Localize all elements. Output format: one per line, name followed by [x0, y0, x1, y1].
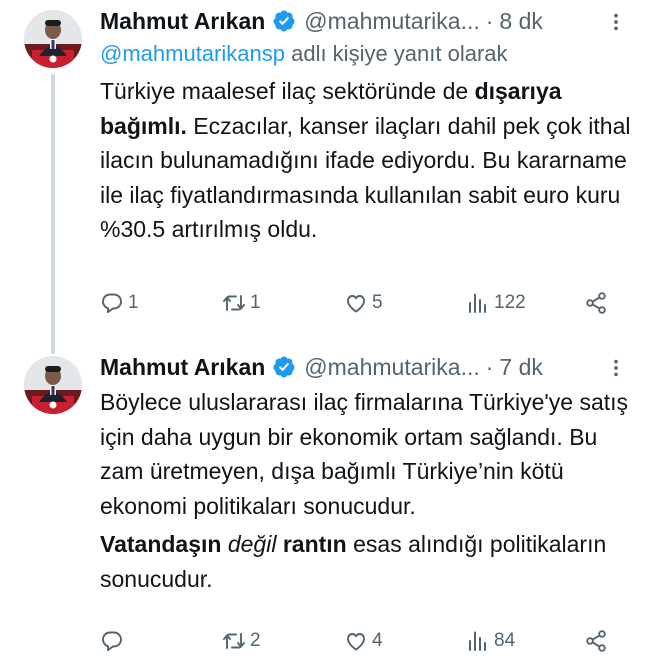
- tweet-text: Böylece uluslararası ilaç firmalarına Tü…: [100, 385, 640, 596]
- reply-mention-link[interactable]: @mahmutarikansp: [100, 41, 285, 66]
- reply-context-label: adlı kişiye yanıt olarak: [291, 41, 508, 66]
- reply-button[interactable]: 1: [100, 288, 139, 318]
- share-icon: [586, 292, 606, 314]
- like-button[interactable]: 4: [344, 626, 383, 656]
- tweet-text-bold: rantın: [282, 531, 347, 557]
- thread-line: [51, 74, 55, 354]
- share-button[interactable]: [584, 288, 608, 318]
- timestamp[interactable]: 7 dk: [499, 354, 542, 381]
- like-button[interactable]: 5: [344, 288, 383, 318]
- retweet-button[interactable]: 1: [222, 288, 261, 318]
- share-icon: [586, 630, 606, 652]
- retweet-count: 1: [250, 292, 261, 313]
- views-count: 122: [494, 292, 526, 313]
- display-name[interactable]: Mahmut Arıkan: [100, 8, 265, 35]
- tweet-text-italic: değil: [227, 531, 277, 557]
- retweet-icon: [223, 295, 245, 311]
- like-icon: [347, 295, 365, 313]
- reply-button[interactable]: [100, 626, 128, 656]
- reply-icon: [102, 631, 122, 652]
- tweet-text-part: Türkiye maalesef ilaç sektöründe de: [100, 78, 475, 104]
- like-count: 5: [372, 292, 383, 313]
- separator-dot: ·: [485, 353, 494, 380]
- tweet[interactable]: Mahmut Arıkan @mahmutarika... · 7 dk Böy…: [0, 346, 650, 666]
- handle[interactable]: @mahmutarika...: [304, 354, 479, 381]
- views-count: 84: [494, 630, 516, 651]
- tweet[interactable]: Mahmut Arıkan @mahmutarika... · 8 dk @ma…: [0, 0, 650, 354]
- avatar[interactable]: [24, 356, 82, 414]
- avatar[interactable]: [24, 10, 82, 68]
- retweet-button[interactable]: 2: [222, 626, 261, 656]
- reply-count: 1: [128, 292, 139, 313]
- reply-context: @mahmutarikansp adlı kişiye yanıt olarak: [100, 41, 508, 67]
- tweet-text-paragraph: Vatandaşın değil rantın esas alındığı po…: [100, 527, 640, 596]
- verified-badge-icon: [273, 356, 295, 378]
- tweet-text: Türkiye maalesef ilaç sektöründe de dışa…: [100, 74, 640, 247]
- action-bar: 1 1 5 122: [100, 288, 620, 318]
- tweet-header: Mahmut Arıkan @mahmutarika... · 8 dk: [100, 6, 543, 36]
- retweet-icon: [223, 633, 245, 649]
- tweet-text-part: Böylece uluslararası ilaç firmalarına Tü…: [100, 389, 629, 519]
- action-bar: 2 4 84: [100, 626, 620, 656]
- views-icon: [469, 631, 486, 651]
- separator-dot: ·: [485, 7, 494, 34]
- display-name[interactable]: Mahmut Arıkan: [100, 354, 265, 381]
- tweet-header: Mahmut Arıkan @mahmutarika... · 7 dk: [100, 352, 543, 382]
- like-count: 4: [372, 630, 383, 651]
- retweet-count: 2: [250, 630, 261, 651]
- handle[interactable]: @mahmutarika...: [304, 8, 479, 35]
- tweet-text-bold: Vatandaşın: [100, 531, 222, 557]
- more-icon[interactable]: [604, 10, 628, 34]
- more-icon[interactable]: [604, 356, 628, 380]
- timestamp[interactable]: 8 dk: [499, 8, 542, 35]
- views-icon: [469, 293, 486, 313]
- verified-badge-icon: [273, 10, 295, 32]
- reply-icon: [102, 293, 122, 314]
- like-icon: [347, 633, 365, 651]
- views-button[interactable]: 122: [466, 288, 526, 318]
- views-button[interactable]: 84: [466, 626, 515, 656]
- share-button[interactable]: [584, 626, 608, 656]
